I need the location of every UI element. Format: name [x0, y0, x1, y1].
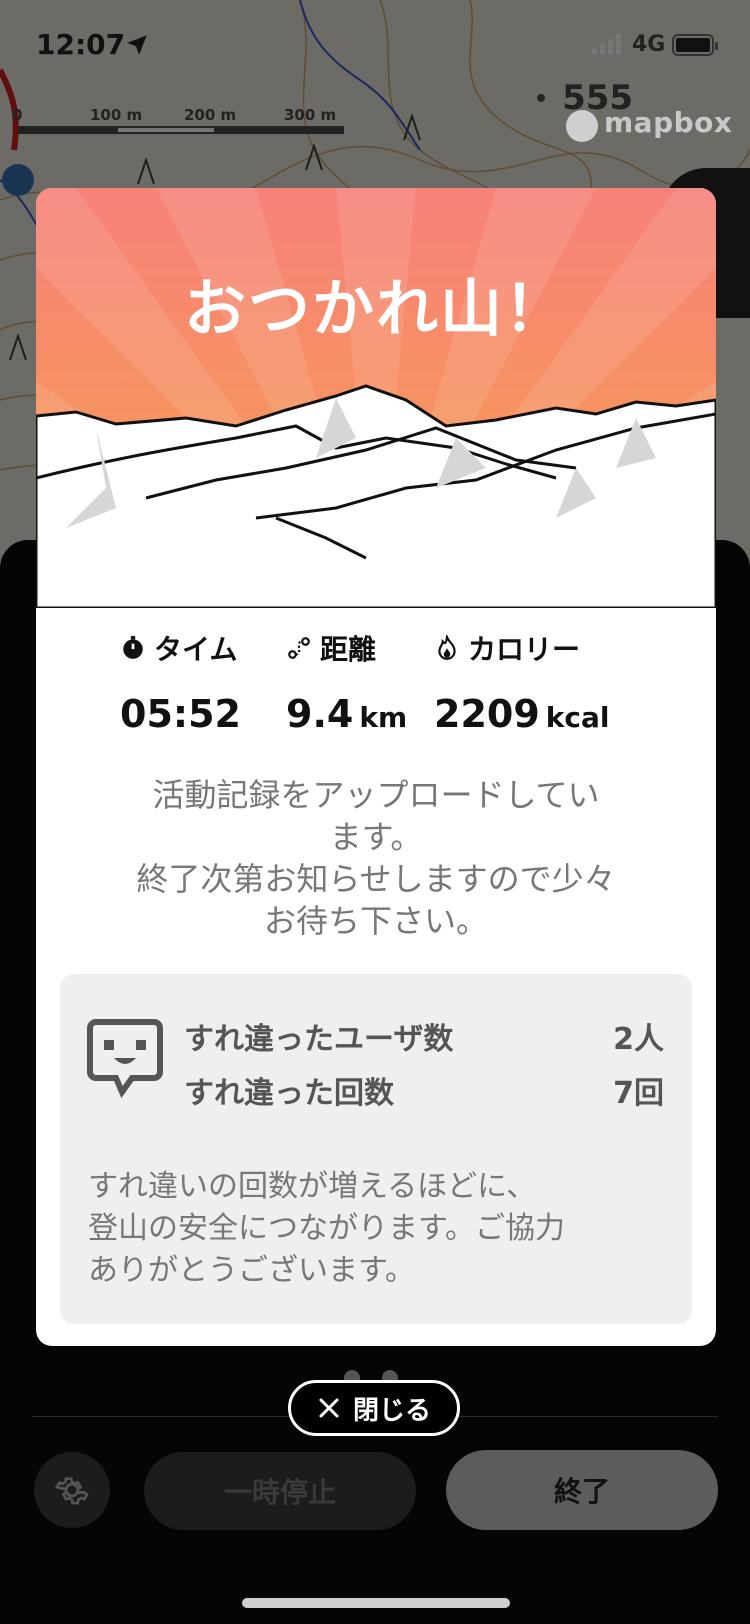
message-line: お待ち下さい。: [263, 902, 488, 940]
status-time: 12:07: [36, 28, 126, 61]
battery-icon: [672, 34, 718, 56]
passing-note: すれ違いの回数が増えるほどに、 登山の安全につながります。ご協力 ありがとうござ…: [88, 1166, 668, 1292]
close-button-label: 閉じる: [352, 1395, 431, 1426]
network-type: 4G: [632, 32, 666, 57]
mapbox-logo-icon: [566, 110, 598, 142]
passing-info-box: すれ違ったユーザ数 2人 すれ違った回数 7回 すれ違いの回数が増えるほどに、 …: [60, 974, 692, 1324]
home-indicator: [242, 1598, 510, 1608]
passed-count-label: すれ違った回数: [184, 1076, 394, 1111]
stat-unit: kcal: [545, 701, 610, 734]
activity-complete-modal: おつかれ山！ タイム 05:52 距離 9.4 km カロリー 2209 kca…: [36, 188, 716, 1346]
scale-label: 100 m: [90, 106, 143, 124]
scale-label: 0: [12, 106, 23, 124]
passed-users-value: 2人: [613, 1022, 664, 1057]
stat-label: カロリー: [468, 633, 581, 666]
scale-label: 300 m: [284, 106, 337, 124]
note-line: ありがとうございます。: [88, 1253, 415, 1288]
route-icon: [288, 637, 310, 659]
stat-value: 2209: [434, 692, 540, 736]
message-line: 終了次第お知らせしますので少々: [136, 860, 616, 898]
stat-label: 距離: [320, 633, 377, 666]
message-line: 活動記録をアップロードしてい: [152, 776, 600, 814]
stopwatch-icon: [123, 636, 143, 659]
passed-count-row: すれ違った回数 7回: [184, 1068, 664, 1112]
close-icon: [319, 1398, 339, 1418]
stat-time: タイム 05:52: [120, 628, 241, 736]
passed-users-label: すれ違ったユーザ数: [184, 1022, 454, 1057]
stat-calories: カロリー 2209 kcal: [434, 628, 609, 736]
stat-distance: 距離 9.4 km: [286, 628, 407, 736]
stat-value: 05:52: [120, 692, 241, 736]
scale-label: 200 m: [184, 106, 237, 124]
mapbox-attribution[interactable]: mapbox: [604, 106, 732, 139]
status-bar: 12:07 4G: [0, 0, 750, 90]
gear-icon: [54, 1477, 89, 1505]
signal-icon: [592, 34, 621, 54]
close-button[interactable]: 閉じる: [288, 1380, 460, 1436]
passed-count-value: 7回: [613, 1076, 664, 1111]
note-line: 登山の安全につながります。ご協力: [88, 1211, 565, 1246]
completion-title: おつかれ山！: [183, 272, 568, 345]
location-arrow-icon: [127, 35, 147, 55]
passing-face-icon: [87, 1019, 163, 1098]
note-line: すれ違いの回数が増えるほどに、: [88, 1169, 537, 1204]
settings-button[interactable]: [34, 1452, 110, 1528]
finish-button[interactable]: 終了: [446, 1450, 718, 1530]
message-line: ます。: [329, 818, 423, 856]
flame-icon: [438, 635, 456, 660]
stat-value: 9.4: [286, 692, 354, 736]
stat-label: タイム: [154, 633, 238, 666]
stat-unit: km: [359, 701, 408, 734]
upload-message: 活動記録をアップロードしてい ます。 終了次第お知らせしますので少々 お待ち下さ…: [76, 774, 676, 942]
passed-users-row: すれ違ったユーザ数 2人: [184, 1014, 664, 1058]
hero-illustration: [36, 188, 716, 608]
pause-button[interactable]: 一時停止: [144, 1452, 416, 1530]
